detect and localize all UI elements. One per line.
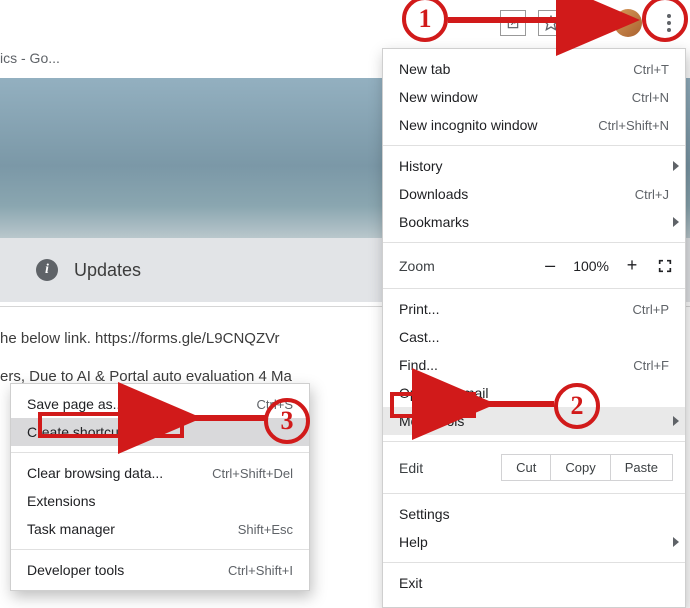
chevron-right-icon: [673, 217, 679, 227]
zoom-in-button[interactable]: +: [623, 255, 641, 276]
fullscreen-icon[interactable]: [655, 257, 675, 275]
chevron-right-icon: [673, 416, 679, 426]
annotation-step2-circle: 2: [554, 383, 600, 429]
info-icon: i: [36, 259, 58, 281]
extensions-icon[interactable]: [576, 10, 602, 36]
menu-cast[interactable]: Cast...: [383, 323, 685, 351]
submenu-extensions[interactable]: Extensions: [11, 487, 309, 515]
menu-label: Settings: [399, 506, 450, 522]
share-icon[interactable]: [500, 10, 526, 36]
menu-downloads[interactable]: Downloads Ctrl+J: [383, 180, 685, 208]
menu-shortcut: Ctrl+T: [633, 62, 669, 77]
menu-label: Edit: [399, 460, 423, 476]
submenu-dev-tools[interactable]: Developer tools Ctrl+Shift+I: [11, 556, 309, 584]
menu-shortcut: Ctrl+Shift+Del: [212, 466, 293, 481]
cut-button[interactable]: Cut: [501, 454, 551, 481]
menu-label: Print...: [399, 301, 439, 317]
menu-help[interactable]: Help: [383, 528, 685, 556]
menu-label: Task manager: [27, 521, 115, 537]
menu-label: Save page as...: [27, 396, 124, 412]
menu-shortcut: Ctrl+F: [633, 358, 669, 373]
menu-label: Zoom: [399, 258, 435, 274]
annotation-step3-number: 3: [281, 406, 294, 436]
menu-incognito[interactable]: New incognito window Ctrl+Shift+N: [383, 111, 685, 139]
annotation-create-shortcut-box: [38, 412, 184, 438]
menu-shortcut: Ctrl+P: [633, 302, 669, 317]
menu-exit[interactable]: Exit: [383, 569, 685, 597]
menu-label: New incognito window: [399, 117, 538, 133]
menu-separator: [383, 288, 685, 289]
menu-bookmarks[interactable]: Bookmarks: [383, 208, 685, 236]
menu-label: Bookmarks: [399, 214, 469, 230]
submenu-clear-data[interactable]: Clear browsing data... Ctrl+Shift+Del: [11, 459, 309, 487]
menu-settings[interactable]: Settings: [383, 500, 685, 528]
zoom-out-button[interactable]: –: [541, 255, 559, 276]
menu-label: Cast...: [399, 329, 439, 345]
menu-new-tab[interactable]: New tab Ctrl+T: [383, 55, 685, 83]
menu-shortcut: Ctrl+Shift+N: [598, 118, 669, 133]
menu-separator: [383, 441, 685, 442]
annotation-step3-circle: 3: [264, 398, 310, 444]
menu-label: Help: [399, 534, 428, 550]
paste-button[interactable]: Paste: [611, 454, 673, 481]
annotation-step2-number: 2: [571, 391, 584, 421]
menu-edit: Edit Cut Copy Paste: [383, 448, 685, 487]
menu-history[interactable]: History: [383, 152, 685, 180]
menu-label: Downloads: [399, 186, 468, 202]
menu-shortcut: Ctrl+Shift+I: [228, 563, 293, 578]
menu-label: History: [399, 158, 443, 174]
menu-separator: [11, 452, 309, 453]
menu-separator: [383, 562, 685, 563]
menu-label: New window: [399, 89, 478, 105]
submenu-task-manager[interactable]: Task manager Shift+Esc: [11, 515, 309, 543]
menu-new-window[interactable]: New window Ctrl+N: [383, 83, 685, 111]
menu-separator: [383, 242, 685, 243]
menu-shortcut: Ctrl+J: [635, 187, 669, 202]
star-icon[interactable]: [538, 10, 564, 36]
menu-shortcut: Ctrl+N: [632, 90, 669, 105]
menu-print[interactable]: Print... Ctrl+P: [383, 295, 685, 323]
zoom-value: 100%: [573, 258, 609, 274]
annotation-step1-number: 1: [419, 4, 432, 34]
chevron-right-icon: [673, 161, 679, 171]
menu-separator: [383, 145, 685, 146]
menu-label: Exit: [399, 575, 422, 591]
menu-separator: [383, 493, 685, 494]
menu-label: New tab: [399, 61, 450, 77]
chrome-main-menu: New tab Ctrl+T New window Ctrl+N New inc…: [382, 48, 686, 608]
menu-label: Developer tools: [27, 562, 124, 578]
menu-label: Extensions: [27, 493, 95, 509]
menu-zoom: Zoom – 100% +: [383, 249, 685, 282]
avatar[interactable]: [614, 9, 642, 37]
menu-label: Find...: [399, 357, 438, 373]
menu-shortcut: Shift+Esc: [238, 522, 293, 537]
menu-find[interactable]: Find... Ctrl+F: [383, 351, 685, 379]
menu-separator: [11, 549, 309, 550]
tab-title: ics - Go...: [0, 50, 60, 66]
copy-button[interactable]: Copy: [551, 454, 610, 481]
menu-label: Clear browsing data...: [27, 465, 163, 481]
chevron-right-icon: [673, 537, 679, 547]
annotation-more-tools-box: [390, 392, 476, 418]
updates-label: Updates: [74, 260, 141, 281]
